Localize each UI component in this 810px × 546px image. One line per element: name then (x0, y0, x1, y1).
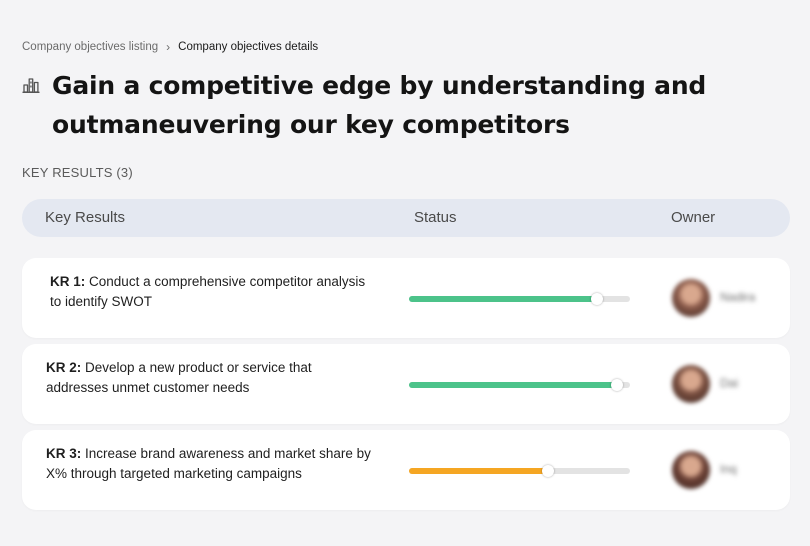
progress-bar (409, 465, 630, 477)
key-result-text: KR 3: Increase brand awareness and marke… (46, 444, 376, 484)
key-result-row-2[interactable]: KR 2: Develop a new product or service t… (22, 344, 790, 424)
owner-name: Dai (720, 376, 739, 390)
progress-fill (409, 468, 549, 474)
key-result-description: Develop a new product or service that ad… (46, 360, 312, 395)
progress-fill (409, 382, 617, 388)
owner-name: Inq (720, 462, 737, 476)
breadcrumb-parent-link[interactable]: Company objectives listing (22, 41, 158, 53)
key-result-text: KR 1: Conduct a comprehensive competitor… (50, 272, 380, 312)
column-header-status: Status (414, 209, 457, 226)
key-result-text: KR 2: Develop a new product or service t… (46, 358, 376, 398)
key-result-prefix: KR 1: (50, 274, 86, 289)
key-result-prefix: KR 3: (46, 446, 82, 461)
avatar (672, 451, 710, 489)
key-result-row-3[interactable]: KR 3: Increase brand awareness and marke… (22, 430, 790, 510)
building-chart-icon (22, 78, 40, 93)
table-header: Key Results Status Owner (22, 199, 790, 237)
progress-bar (409, 293, 630, 305)
title-wrap: Gain a competitive edge by understanding… (22, 66, 722, 144)
progress-handle (610, 379, 623, 391)
key-result-description: Conduct a comprehensive competitor analy… (50, 274, 366, 309)
breadcrumb-separator: › (166, 40, 171, 54)
progress-handle (590, 293, 603, 305)
progress-handle (542, 465, 555, 477)
breadcrumb-current: Company objectives details (178, 41, 319, 53)
breadcrumb: Company objectives listing › Company obj… (22, 40, 318, 54)
progress-bar (409, 379, 630, 391)
owner-name: Nadira (720, 290, 756, 304)
avatar (672, 279, 710, 317)
page-title: Gain a competitive edge by understanding… (52, 71, 707, 139)
key-result-prefix: KR 2: (46, 360, 82, 375)
key-result-description: Increase brand awareness and market shar… (46, 446, 371, 481)
column-header-key-results: Key Results (45, 209, 126, 226)
column-header-owner: Owner (671, 209, 716, 226)
progress-fill (409, 296, 597, 302)
key-results-count-label: KEY RESULTS (3) (22, 165, 133, 180)
key-result-row-1[interactable]: KR 1: Conduct a comprehensive competitor… (22, 258, 790, 338)
avatar (672, 365, 710, 403)
